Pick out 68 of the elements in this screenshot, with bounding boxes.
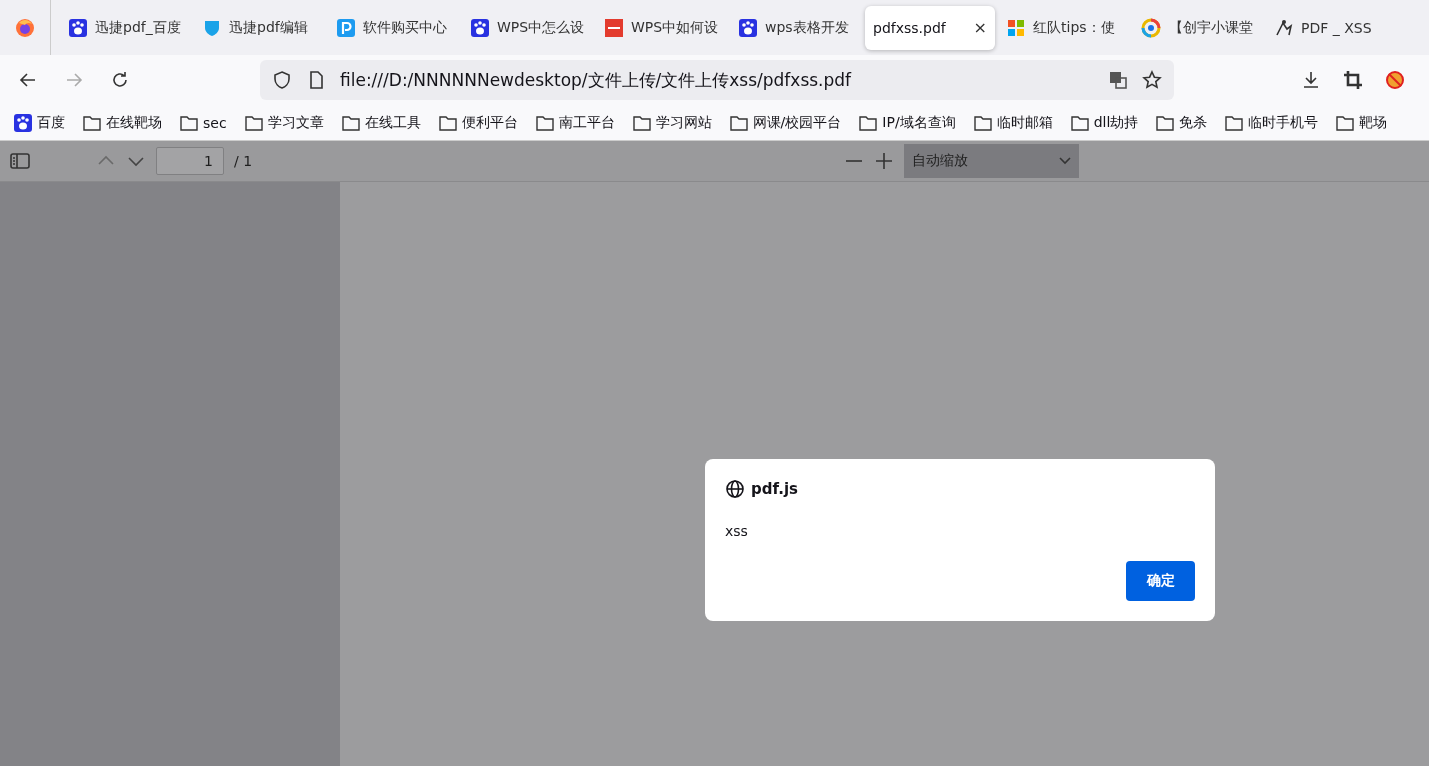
folder-icon (729, 114, 748, 131)
paw-icon (14, 113, 32, 132)
paw-icon (471, 18, 489, 37)
bookmark[interactable]: 免杀 (1156, 113, 1208, 132)
browser-tab[interactable]: wps表格开发 (731, 5, 861, 50)
bookmark[interactable]: 便利平台 (438, 113, 518, 132)
browser-tab[interactable]: 红队tips：使 (999, 5, 1129, 50)
figure-icon (1275, 18, 1293, 37)
bookmark[interactable]: 靶场 (1336, 113, 1388, 132)
bookmark[interactable]: 在线工具 (341, 113, 421, 132)
bookmark[interactable]: 南工平台 (535, 113, 615, 132)
bookmark[interactable]: 学习网站 (632, 113, 712, 132)
page-number-field[interactable]: 1 (156, 147, 224, 175)
star-icon[interactable] (1142, 70, 1162, 90)
squares-icon (1007, 18, 1025, 37)
browser-tab[interactable]: PDF _ XSS (1267, 5, 1397, 50)
folder-icon (973, 114, 992, 131)
browser-tab[interactable]: 迅捷pdf编辑 (195, 5, 325, 50)
paw-icon (739, 18, 757, 37)
shield-icon (203, 18, 221, 37)
crop-icon[interactable] (1343, 70, 1363, 90)
folder-icon (1070, 114, 1089, 131)
bookmark[interactable]: 百度 (14, 113, 65, 132)
address-bar[interactable]: file:///D:/NNNNNNewdesktop/文件上传/文件上传xss/pdfxss.pdf (260, 60, 1174, 100)
bookmark[interactable]: 学习文章 (244, 113, 324, 132)
chevron-down-icon (1059, 157, 1071, 165)
folder-icon (244, 114, 263, 131)
p-logo-icon (337, 18, 355, 37)
reload-icon[interactable] (110, 70, 130, 90)
close-tab-button[interactable]: × (973, 18, 987, 37)
wps-logo-icon (605, 18, 623, 37)
browser-tab[interactable]: WPS中怎么设 (463, 5, 593, 50)
bookmark[interactable]: IP/域名查询 (859, 113, 956, 132)
sidebar-toggle-icon[interactable] (10, 151, 30, 171)
bookmark[interactable]: dll劫持 (1070, 113, 1139, 132)
bookmark[interactable]: 临时手机号 (1225, 113, 1319, 132)
folder-icon (1225, 114, 1244, 131)
folder-icon (1336, 114, 1355, 131)
shield-icon[interactable] (272, 70, 292, 90)
folder-icon (83, 114, 101, 131)
ok-button[interactable]: 确定 (1126, 561, 1195, 601)
dialog-origin: pdf.js (751, 480, 798, 498)
folder-icon (438, 114, 457, 131)
zoom-select[interactable]: 自动缩放 (904, 144, 1079, 178)
folder-icon (1156, 114, 1175, 131)
bookmark[interactable]: 临时邮箱 (973, 113, 1053, 132)
page-count: / 1 (234, 153, 253, 169)
bookmark[interactable]: 网课/校园平台 (729, 113, 842, 132)
browser-tab[interactable]: WPS中如何设 (597, 5, 727, 50)
browser-tab[interactable]: 【创宇小课堂 (1133, 5, 1263, 50)
folder-icon (535, 114, 554, 131)
ring-icon (1141, 17, 1161, 38)
browser-logo-icon[interactable] (15, 17, 35, 38)
zoom-in-icon[interactable] (874, 151, 894, 171)
browser-tab[interactable]: 软件购买中心 (329, 5, 459, 50)
globe-icon[interactable] (725, 479, 745, 499)
bookmark[interactable]: 在线靶场 (83, 113, 162, 132)
folder-icon (859, 114, 878, 131)
bookmark[interactable]: sec (180, 114, 227, 131)
folder-icon (180, 114, 198, 131)
browser-tab[interactable]: 迅捷pdf_百度 (61, 5, 191, 50)
paw-icon (69, 18, 87, 37)
folder-icon (341, 114, 360, 131)
blocked-extension-icon[interactable] (1385, 70, 1405, 90)
download-icon[interactable] (1301, 70, 1321, 90)
browser-tab[interactable]: pdfxss.pdf × (865, 5, 995, 50)
dialog-message: xss (725, 523, 749, 539)
folder-icon (632, 114, 651, 131)
